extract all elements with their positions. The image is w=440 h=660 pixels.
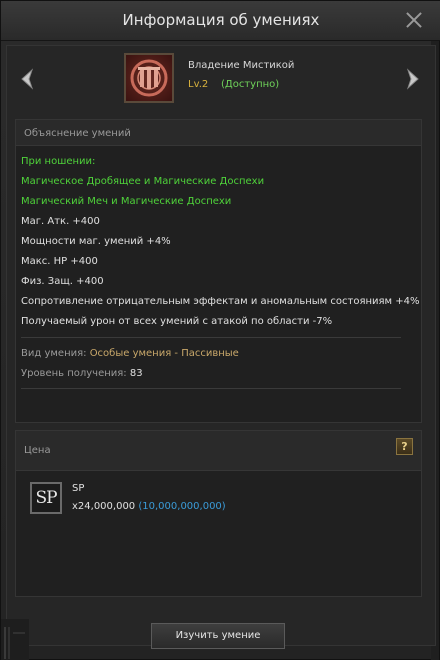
effect-line: Макс. HP +400 (21, 256, 98, 267)
next-skill-arrow-icon[interactable] (405, 68, 421, 90)
skill-icon (124, 53, 174, 103)
acquire-level-row: Уровень получения: 83 (21, 368, 143, 379)
skill-type-row: Вид умения: Особые умения - Пассивные (21, 348, 239, 359)
explanation-header: Объяснение умений (16, 120, 421, 146)
acquire-level-label: Уровень получения: (21, 368, 127, 379)
effect-line: Магическое Дробящее и Магические Доспехи (21, 176, 265, 187)
effect-line: Физ. Защ. +400 (21, 276, 104, 287)
close-icon[interactable] (405, 11, 423, 29)
sp-currency-icon: SP (30, 482, 62, 514)
title-bar[interactable]: Информация об умениях (1, 1, 440, 41)
price-title: Цена (24, 445, 51, 456)
price-panel: Цена ? SP SP x24,000,000 (10,000,000,000… (15, 430, 422, 597)
window-title: Информация об умениях (122, 11, 320, 29)
currency-name: SP (72, 483, 85, 494)
skill-header: Владение Мистикой Lv.2 (Доступно) (7, 46, 435, 114)
effect-line: Мощности маг. умений +4% (21, 236, 171, 247)
learn-skill-button[interactable]: Изучить умение (151, 623, 285, 649)
previous-skill-arrow-icon[interactable] (19, 68, 35, 90)
explanation-title: Объяснение умений (24, 128, 131, 139)
currency-amount-row: x24,000,000 (10,000,000,000) (72, 501, 226, 512)
skill-type-value: Особые умения - Пассивные (89, 348, 239, 359)
effect-list: При ношении: Магическое Дробящее и Магич… (21, 152, 420, 332)
skill-level: Lv.2 (188, 79, 209, 90)
skill-info-window: Информация об умениях Владение Мистикой … (0, 0, 440, 660)
resize-handle-icon[interactable] (1, 619, 29, 660)
content-area: Владение Мистикой Lv.2 (Доступно) Объясн… (6, 45, 436, 646)
skill-availability: (Доступно) (221, 79, 280, 90)
acquire-level-value: 83 (129, 368, 143, 379)
required-amount: x24,000,000 (72, 501, 136, 512)
skill-name: Владение Мистикой (188, 60, 295, 71)
divider (21, 337, 401, 338)
skill-explanation-panel: Объяснение умений При ношении: Магическо… (15, 119, 422, 423)
effect-line: Сопротивление отрицательным эффектам и а… (21, 296, 420, 307)
footer: Изучить умение (1, 611, 440, 660)
help-icon[interactable]: ? (396, 438, 413, 455)
price-header: Цена ? (16, 431, 421, 471)
skill-type-label: Вид умения: (21, 348, 87, 359)
effect-line: Получаемый урон от всех умений с атакой … (21, 316, 333, 327)
divider (21, 388, 401, 389)
effect-line: Магический Меч и Магические Доспехи (21, 196, 232, 207)
effect-line: При ношении: (21, 156, 96, 167)
owned-amount: (10,000,000,000) (138, 501, 226, 512)
effect-line: Маг. Атк. +400 (21, 216, 100, 227)
